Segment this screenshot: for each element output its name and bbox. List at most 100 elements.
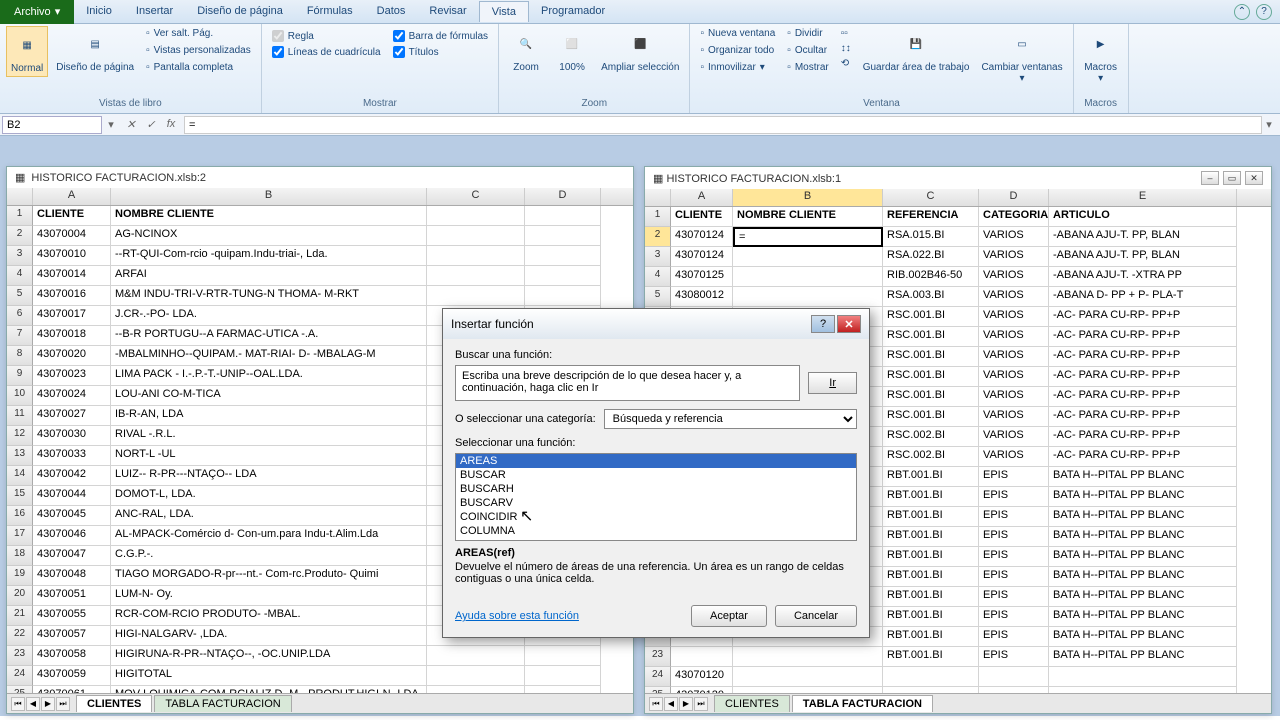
normal-view-button[interactable]: ▦ Normal bbox=[6, 26, 48, 77]
cell[interactable]: -ABANA D- PP + P- PLA-T bbox=[1049, 287, 1237, 307]
cell[interactable]: BATA H--PITAL PP BLANC bbox=[1049, 567, 1237, 587]
cell[interactable]: 43070061 bbox=[33, 686, 111, 693]
function-list-item[interactable]: COINCIDIR bbox=[456, 510, 856, 524]
function-list-item[interactable]: COLUMNA bbox=[456, 524, 856, 538]
cell[interactable]: 43070057 bbox=[33, 626, 111, 646]
column-header[interactable]: B bbox=[111, 188, 427, 205]
cell[interactable]: 43070120 bbox=[671, 687, 733, 693]
column-header[interactable]: D bbox=[979, 189, 1049, 206]
cell[interactable]: 43070004 bbox=[33, 226, 111, 246]
cell[interactable]: J.CR-.-PO- LDA. bbox=[111, 306, 427, 326]
cell[interactable]: -AC- PARA CU-RP- PP+P bbox=[1049, 367, 1237, 387]
tab-datos[interactable]: Datos bbox=[365, 1, 418, 22]
cell[interactable]: BATA H--PITAL PP BLANC bbox=[1049, 607, 1237, 627]
cell[interactable]: RBT.001.BI bbox=[883, 627, 979, 647]
sheet-nav-prev[interactable]: ◀ bbox=[26, 697, 40, 711]
cell[interactable] bbox=[979, 687, 1049, 693]
file-tab[interactable]: Archivo ▾ bbox=[0, 0, 74, 24]
tab-fórmulas[interactable]: Fórmulas bbox=[295, 1, 365, 22]
cell[interactable]: -AC- PARA CU-RP- PP+P bbox=[1049, 387, 1237, 407]
cell[interactable]: RSA.022.BI bbox=[883, 247, 979, 267]
name-box-dropdown-icon[interactable]: ▾ bbox=[104, 118, 118, 131]
cell[interactable]: RBT.001.BI bbox=[883, 567, 979, 587]
sheet-nav-last[interactable]: ⏭ bbox=[56, 697, 70, 711]
cell[interactable]: VARIOS bbox=[979, 427, 1049, 447]
column-header[interactable]: E bbox=[1049, 189, 1237, 206]
cell[interactable] bbox=[733, 287, 883, 307]
tab-diseño-de-página[interactable]: Diseño de página bbox=[185, 1, 295, 22]
header-cell[interactable]: NOMBRE CLIENTE bbox=[733, 207, 883, 227]
cell[interactable] bbox=[525, 686, 601, 693]
cell[interactable]: RSC.001.BI bbox=[883, 407, 979, 427]
gridlines-checkbox[interactable]: Líneas de cuadrícula bbox=[272, 46, 381, 58]
cell[interactable]: 43070051 bbox=[33, 586, 111, 606]
sheet-tab[interactable]: TABLA FACTURACION bbox=[154, 695, 291, 712]
cell[interactable]: 43070044 bbox=[33, 486, 111, 506]
formula-input[interactable] bbox=[184, 116, 1262, 134]
column-header[interactable]: C bbox=[883, 189, 979, 206]
reset-pos-icon[interactable]: ⟲ bbox=[837, 56, 855, 71]
sync-scroll-icon[interactable]: ↕↕ bbox=[837, 41, 855, 56]
cell[interactable]: 43070046 bbox=[33, 526, 111, 546]
tab-insertar[interactable]: Insertar bbox=[124, 1, 185, 22]
cell[interactable]: AG-NCINOX bbox=[111, 226, 427, 246]
cell[interactable]: BATA H--PITAL PP BLANC bbox=[1049, 467, 1237, 487]
cell[interactable] bbox=[427, 286, 525, 306]
freeze-panes-button[interactable]: ▫Inmovilizar ▾ bbox=[696, 60, 779, 75]
cell[interactable]: -ABANA AJU-T. PP, BLAN bbox=[1049, 227, 1237, 247]
page-break-button[interactable]: ▫Ver salt. Pág. bbox=[142, 26, 255, 41]
tab-revisar[interactable]: Revisar bbox=[417, 1, 478, 22]
cell[interactable]: MOV-LQUIMICA-COM-RCIALIZ.D- M.- PRODUT.H… bbox=[111, 686, 427, 693]
cell[interactable]: -AC- PARA CU-RP- PP+P bbox=[1049, 407, 1237, 427]
arrange-all-button[interactable]: ▫Organizar todo bbox=[696, 43, 779, 58]
cell[interactable] bbox=[427, 666, 525, 686]
cell[interactable]: AL-MPACK-Comércio d- Con-um.para Indu-t.… bbox=[111, 526, 427, 546]
name-box[interactable] bbox=[2, 116, 102, 134]
cell[interactable] bbox=[733, 247, 883, 267]
cell[interactable] bbox=[733, 647, 883, 667]
page-layout-button[interactable]: ▤ Diseño de página bbox=[52, 26, 138, 75]
cell[interactable]: BATA H--PITAL PP BLANC bbox=[1049, 547, 1237, 567]
cell[interactable]: VARIOS bbox=[979, 267, 1049, 287]
column-header[interactable]: C bbox=[427, 188, 525, 205]
cell[interactable] bbox=[671, 647, 733, 667]
cell[interactable] bbox=[427, 266, 525, 286]
cancel-formula-icon[interactable]: ✕ bbox=[122, 118, 140, 131]
go-button[interactable]: Ir bbox=[808, 372, 857, 394]
cell[interactable]: HIGI-NALGARV- ,LDA. bbox=[111, 626, 427, 646]
dialog-titlebar[interactable]: Insertar función ? ✕ bbox=[443, 309, 869, 339]
cell[interactable]: RBT.001.BI bbox=[883, 587, 979, 607]
cell[interactable] bbox=[427, 686, 525, 693]
cell[interactable]: RSC.002.BI bbox=[883, 447, 979, 467]
cell[interactable]: VARIOS bbox=[979, 247, 1049, 267]
tab-programador[interactable]: Programador bbox=[529, 1, 617, 22]
cell[interactable]: EPIS bbox=[979, 507, 1049, 527]
cell[interactable]: C.G.P.-. bbox=[111, 546, 427, 566]
category-select[interactable]: Búsqueda y referencia bbox=[604, 409, 857, 429]
header-cell[interactable]: CLIENTE bbox=[33, 206, 111, 226]
cell[interactable] bbox=[883, 667, 979, 687]
header-cell[interactable]: NOMBRE CLIENTE bbox=[111, 206, 427, 226]
cell[interactable]: EPIS bbox=[979, 647, 1049, 667]
custom-views-button[interactable]: ▫Vistas personalizadas bbox=[142, 43, 255, 58]
cell[interactable]: BATA H--PITAL PP BLANC bbox=[1049, 647, 1237, 667]
header-cell[interactable] bbox=[427, 206, 525, 226]
header-cell[interactable] bbox=[525, 206, 601, 226]
function-list-item[interactable]: BUSCARV bbox=[456, 496, 856, 510]
cell[interactable] bbox=[525, 226, 601, 246]
sheet-tab[interactable]: CLIENTES bbox=[76, 695, 152, 712]
cell[interactable]: RBT.001.BI bbox=[883, 467, 979, 487]
sheet-nav-first[interactable]: ⏮ bbox=[11, 697, 25, 711]
header-cell[interactable]: CLIENTE bbox=[671, 207, 733, 227]
cell[interactable]: 43070017 bbox=[33, 306, 111, 326]
dialog-close-button[interactable]: ✕ bbox=[837, 315, 861, 333]
cell[interactable]: 43070027 bbox=[33, 406, 111, 426]
sheet-nav-next[interactable]: ▶ bbox=[679, 697, 693, 711]
sheet-tab[interactable]: TABLA FACTURACION bbox=[792, 695, 933, 712]
cell[interactable]: 43070047 bbox=[33, 546, 111, 566]
cell[interactable]: IB-R-AN, LDA bbox=[111, 406, 427, 426]
cell[interactable] bbox=[1049, 667, 1237, 687]
header-cell[interactable]: ARTICULO bbox=[1049, 207, 1237, 227]
cell[interactable]: NORT-L -UL bbox=[111, 446, 427, 466]
cell[interactable]: 43070023 bbox=[33, 366, 111, 386]
